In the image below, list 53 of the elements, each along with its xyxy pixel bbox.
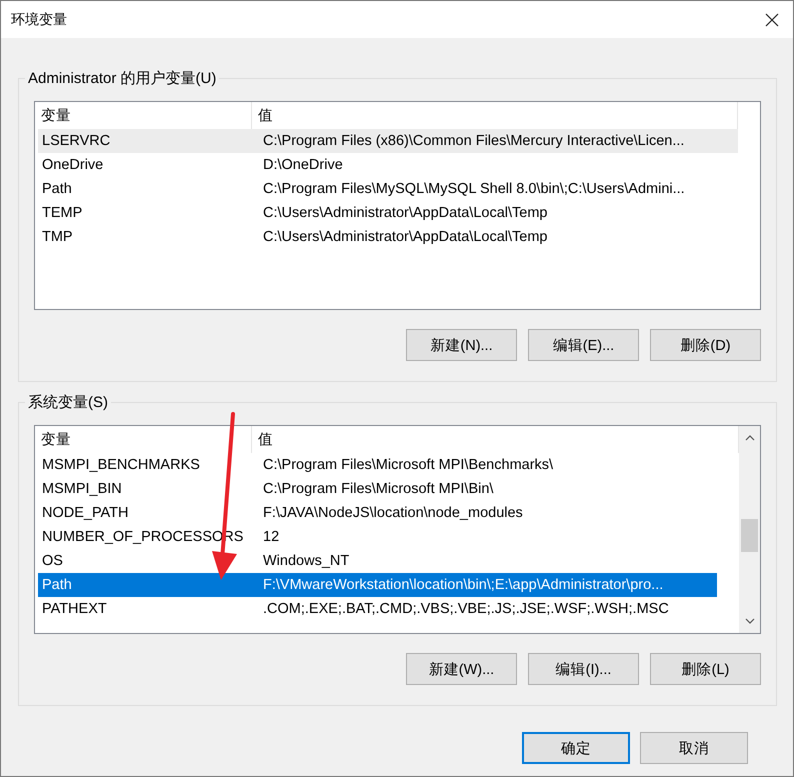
table-cell-text: PATHEXT [41,600,108,619]
table-cell-text: F:\VMwareWorkstation\location\bin\;E:\app\Administrator\pro... [262,576,664,595]
list-row[interactable]: LSERVRC C:\Program Files (x86)\Common Files\Mercury Interactive\Licen... [38,129,738,153]
dialog-button[interactable]: 确定 [522,732,630,764]
list-row[interactable]: MSMPI_BENCHMARKS C:\Program Files\Microsoft MPI\Benchmarks\ [38,453,717,477]
table-cell-text: TMP [41,228,74,247]
table-cell-text: C:\Program Files\MySQL\MySQL Shell 8.0\bin\;C:\Users\Admini... [262,180,686,199]
dialog-button[interactable]: 取消 [640,732,748,764]
table-cell-text: TEMP [41,204,84,223]
list-row[interactable]: OS Windows_NT [38,549,717,573]
table-cell-text: OS [41,552,64,571]
table-cell-text: Path [41,180,73,199]
list-row[interactable]: NODE_PATH F:\JAVA\NodeJS\location\node_modules [38,501,717,525]
variable-list[interactable] [34,101,761,310]
scrollbar[interactable] [739,426,760,633]
list-row[interactable]: TEMP C:\Users\Administrator\AppData\Local\Temp [38,201,738,225]
variable-list[interactable] [34,425,761,634]
list-row[interactable]: MSMPI_BIN C:\Program Files\Microsoft MPI\Bin\ [38,477,717,501]
dialog-button[interactable]: 新建(W)... [406,653,517,685]
table-cell-text: 12 [262,528,280,547]
table-cell-text: C:\Users\Administrator\AppData\Local\Temp [262,228,548,247]
table-cell-text: LSERVRC [41,132,112,151]
table-cell-text: Path [41,576,73,595]
table-cell-text: .COM;.EXE;.BAT;.CMD;.VBS;.VBE;.JS;.JSE;.WSF;.WSH;.MSC [262,600,670,619]
list-row[interactable]: Path F:\VMwareWorkstation\location\bin\;E:\app\Administrator\pro... [38,573,717,597]
list-row[interactable]: TMP C:\Users\Administrator\AppData\Local\Temp [38,225,738,249]
list-row[interactable]: OneDrive D:\OneDrive [38,153,738,177]
dialog-button[interactable]: 编辑(I)... [528,653,639,685]
column-header[interactable]: 变量 [35,426,252,453]
group-label: Administrator 的用户变量(U) [25,69,220,88]
scroll-thumb[interactable] [741,519,758,552]
scroll-down-icon[interactable] [744,618,754,624]
dialog-button[interactable]: 新建(N)... [406,329,517,361]
scroll-up-icon[interactable] [744,435,754,441]
list-row[interactable]: PATHEXT .COM;.EXE;.BAT;.CMD;.VBS;.VBE;.JS;.JSE;.WSF;.WSH;.MSC [38,597,717,621]
table-cell-text: Windows_NT [262,552,350,571]
dialog-button[interactable]: 删除(D) [650,329,761,361]
table-cell-text: MSMPI_BIN [41,480,123,499]
group-label: 系统变量(S) [25,393,111,412]
table-cell-text: C:\Program Files\Microsoft MPI\Benchmarks\ [262,456,554,475]
table-cell-text: C:\Program Files (x86)\Common Files\Mercury Interactive\Licen... [262,132,686,151]
table-cell-text: C:\Program Files\Microsoft MPI\Bin\ [262,480,494,499]
table-cell-text: OneDrive [41,156,104,175]
table-cell-text: MSMPI_BENCHMARKS [41,456,201,475]
dialog-button[interactable]: 编辑(E)... [528,329,639,361]
table-cell-text: C:\Users\Administrator\AppData\Local\Temp [262,204,548,223]
table-cell-text: F:\JAVA\NodeJS\location\node_modules [262,504,524,523]
window-title: 环境变量 [11,10,67,28]
table-cell-text: NODE_PATH [41,504,130,523]
list-row[interactable]: Path C:\Program Files\MySQL\MySQL Shell 8.0\bin\;C:\Users\Admini... [38,177,738,201]
dialog-button[interactable]: 删除(L) [650,653,761,685]
close-icon[interactable] [765,12,779,26]
table-cell-text: D:\OneDrive [262,156,344,175]
